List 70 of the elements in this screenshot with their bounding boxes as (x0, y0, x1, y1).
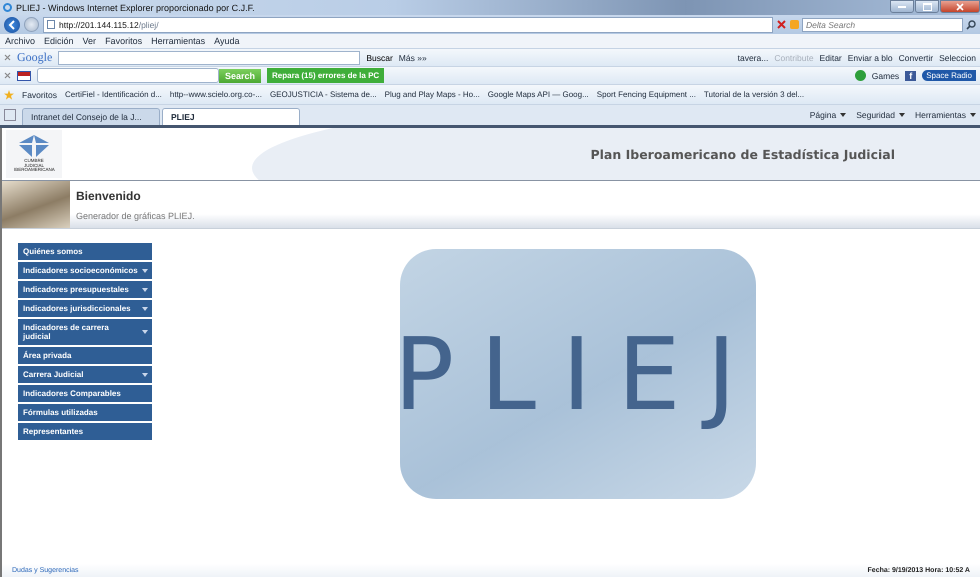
facebook-button[interactable]: f (905, 70, 916, 80)
logo-text: PLIEJ (394, 316, 762, 432)
browser-icon (3, 3, 12, 12)
menu-item[interactable]: Favoritos (105, 36, 142, 46)
close-icon[interactable] (4, 54, 11, 61)
caret-icon (840, 113, 846, 117)
search-field[interactable]: Delta Search (802, 18, 963, 32)
menu-item[interactable]: Herramientas (151, 36, 206, 46)
back-button[interactable] (4, 16, 20, 32)
nav-menu-item[interactable]: Indicadores Comparables (18, 385, 152, 402)
close-button[interactable] (940, 0, 980, 13)
forward-button[interactable] (24, 17, 39, 32)
toolbar-item[interactable]: Editar (820, 52, 842, 62)
nav-menu-item[interactable]: Indicadores jurisdiccionales (18, 300, 152, 317)
toolbar-item[interactable]: Enviar a blo (848, 52, 893, 62)
nav-menu-item[interactable]: Carrera Judicial (18, 366, 152, 383)
toolbar-search-field[interactable] (37, 68, 219, 83)
address-field[interactable]: http://201.144.115.12/pliej/ (43, 16, 773, 32)
welcome-subtitle: Generador de gráficas PLIEJ. (76, 210, 195, 220)
nav-menu-item[interactable]: Indicadores presupuestales (18, 281, 152, 298)
stop-icon[interactable] (777, 20, 786, 29)
toolbar-item[interactable]: Seleccion (939, 52, 976, 62)
nav-menu-item[interactable]: Quiénes somos (18, 243, 152, 260)
browser-tab[interactable]: Intranet del Consejo de la J... (22, 108, 160, 125)
google-search-field[interactable] (58, 50, 360, 64)
favorite-link[interactable]: Google Maps API — Goog... (488, 90, 589, 99)
favorite-link[interactable]: CertiFiel - Identificación d... (64, 90, 162, 99)
search-button[interactable]: Buscar (366, 52, 393, 62)
favorite-link[interactable]: Plug and Play Maps - Ho... (384, 90, 480, 99)
command-menu[interactable]: Página (810, 110, 836, 120)
favorite-link[interactable]: GEOJUSTICIA - Sistema de... (270, 90, 377, 99)
star-icon (4, 90, 14, 100)
favorite-link[interactable]: Tutorial de la versión 3 del... (704, 90, 804, 99)
page-icon (47, 20, 55, 29)
nav-menu-item[interactable]: Indicadores socioeconómicos (18, 262, 152, 279)
caret-icon (898, 113, 905, 117)
menu-item[interactable]: Ayuda (214, 36, 240, 46)
minimize-button[interactable] (890, 0, 914, 13)
caret-icon (970, 113, 976, 117)
nav-menu-item[interactable]: Representantes (18, 423, 152, 440)
menu-item[interactable]: Archivo (5, 36, 36, 46)
favorites-button[interactable]: Favoritos (22, 90, 57, 100)
favorite-link[interactable]: http--www.scielo.org.co-... (170, 90, 262, 99)
welcome-heading: Bienvenido (76, 188, 142, 202)
toolbar-item[interactable]: Convertir (898, 52, 934, 62)
toolbar-item[interactable]: tavera... (738, 52, 768, 62)
flag-icon (17, 70, 31, 80)
nav-menu-item[interactable]: Área privada (18, 347, 152, 364)
maximize-button[interactable] (915, 0, 939, 13)
site-title: Plan Iberoamericano de Estadística Judicial (590, 147, 895, 162)
command-menu[interactable]: Seguridad (856, 110, 895, 120)
tab-grid-icon[interactable] (4, 109, 16, 121)
menu-item[interactable]: Ver (82, 36, 96, 46)
google-logo: Google (17, 50, 52, 65)
search-provider-icon (790, 20, 799, 29)
nav-menu-item[interactable]: Fórmulas utilizadas (18, 404, 152, 421)
browser-tab[interactable]: PLIEJ (162, 108, 300, 125)
games-link[interactable]: Games (872, 70, 900, 80)
close-icon[interactable] (4, 72, 11, 79)
menu-item[interactable]: Edición (44, 36, 74, 46)
radio-widget[interactable]: Space Radio (922, 70, 976, 81)
command-menu[interactable]: Herramientas (914, 110, 966, 120)
search-icon (966, 20, 976, 30)
games-icon (854, 70, 866, 81)
nav-menu-item[interactable]: Indicadores de carrera judicial (18, 319, 152, 345)
favorite-link[interactable]: Sport Fencing Equipment ... (596, 90, 696, 99)
books-photo-placeholder (2, 181, 70, 228)
window-title: PLIEJ - Windows Internet Explorer proporcionado por C.J.F. (16, 2, 255, 12)
close-icon (956, 2, 964, 10)
more-link[interactable]: Más »» (398, 52, 427, 62)
